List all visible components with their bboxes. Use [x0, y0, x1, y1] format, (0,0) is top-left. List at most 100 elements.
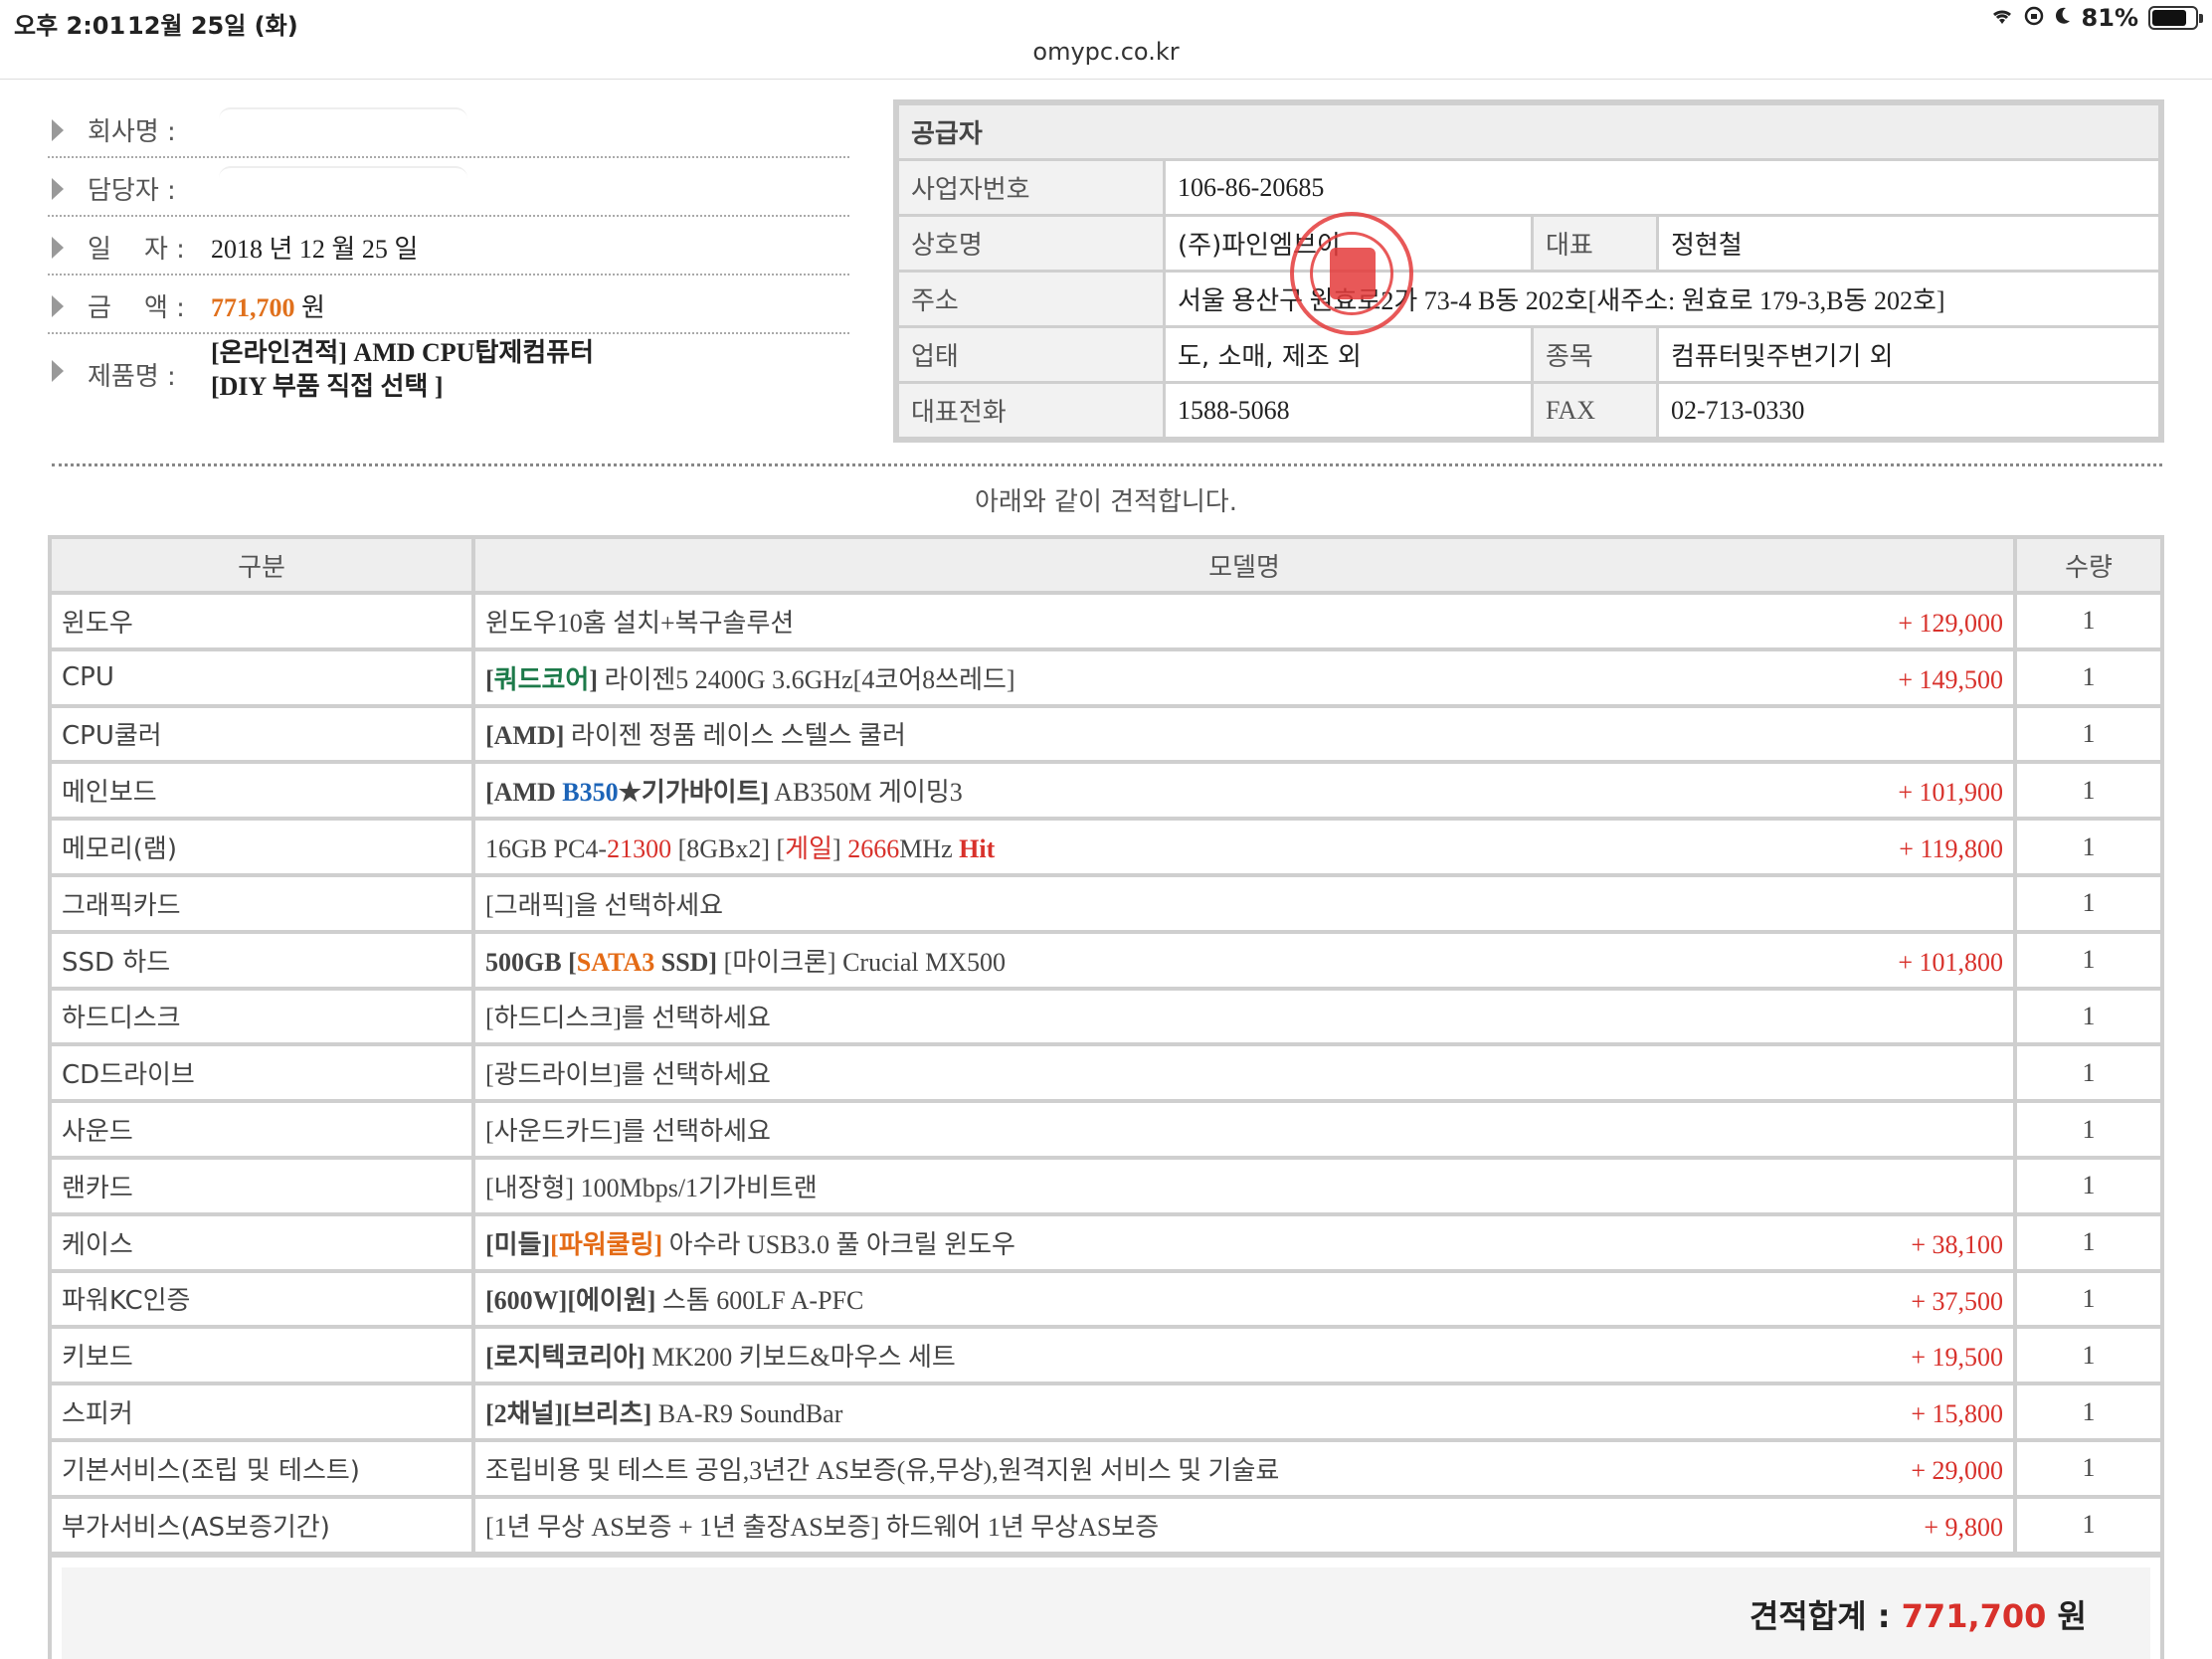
row-model: 조립비용 및 테스트 공임,3년간 AS보증(유,무상),원격지원 서비스 및 … [471, 1437, 2017, 1499]
items-body: 윈도우 윈도우10홈 설치+복구솔루션 + 129,000 1 CPU [쿼드코어] 라이… [48, 591, 2164, 1556]
model-text: ★기가바이트] [618, 778, 770, 808]
supplier-table: 공급자 사업자번호 106-86-20685 상호명 (주)파인엠브이 대표 정… [896, 102, 2161, 440]
row-category: CPU쿨러 [48, 703, 475, 765]
row-qty: 1 [2013, 1325, 2164, 1386]
model-text: Hit [959, 834, 996, 864]
model-text: 라이젠5 2400G 3.6GHz[4코어8쓰레드] [598, 664, 1015, 694]
row-qty: 1 [2013, 929, 2164, 991]
amount-unit: 원 [301, 293, 325, 322]
rep-value: 정현철 [1656, 214, 2161, 273]
table-row: 부가서비스(AS보증기간) [1년 무상 AS보증 + 1년 출장AS보증] 하드… [48, 1494, 2164, 1556]
product-name: [온라인견적] AMD CPU탑제컴퓨터 [DIY 부품 직접 선택 ] [211, 336, 594, 404]
table-row: 기본서비스(조립 및 테스트) 조립비용 및 테스트 공임,3년간 AS보증(유,… [48, 1437, 2164, 1499]
url-text: omypc.co.kr [1032, 38, 1180, 66]
reg-label: 사업자번호 [896, 158, 1166, 217]
model-text: [미들] [485, 1229, 551, 1259]
company-value-redacted [219, 107, 467, 133]
model-text: 16GB PC4- [485, 834, 608, 864]
model-text: 윈도우10홈 설치+복구솔루션 [485, 608, 795, 638]
row-qty: 1 [2013, 817, 2164, 877]
wifi-icon [1990, 4, 2014, 32]
row-qty: 1 [2013, 1155, 2164, 1216]
model-text: [2채널][브리츠] [485, 1399, 652, 1429]
model-text: [광드라이브]를 선택하세요 [485, 1060, 771, 1090]
row-category: 부가서비스(AS보증기간) [48, 1494, 475, 1556]
table-row: 그래픽카드 [그래픽]을 선택하세요 1 [48, 872, 2164, 934]
row-category: 랜카드 [48, 1155, 475, 1216]
row-model: [하드디스크]를 선택하세요 [471, 986, 2017, 1047]
row-model: [광드라이브]를 선택하세요 [471, 1042, 2017, 1104]
model-text: [내장형] 100Mbps/1기가비트랜 [485, 1173, 818, 1202]
amount-value: 771,700 [211, 293, 295, 322]
row-category: CD드라이브 [48, 1042, 475, 1104]
total-box: 견적합계 : 771,700 원 [48, 1554, 2164, 1659]
model-text: [AMD] [485, 721, 565, 751]
row-category: 파워KC인증 [48, 1268, 475, 1330]
model-text: SATA3 [576, 947, 655, 977]
row-category: CPU [48, 646, 475, 708]
model-text: MHz [899, 834, 960, 864]
model-text: B350 [562, 778, 619, 808]
biz-label: 업태 [896, 325, 1166, 384]
row-category: 메인보드 [48, 760, 475, 822]
table-row: 키보드 [로지텍코리아] MK200 키보드&마우스 세트 + 19,500 1 [48, 1325, 2164, 1386]
model-text: [600W][에이원] [485, 1286, 656, 1316]
table-row: 파워KC인증 [600W][에이원] 스톰 600LF A-PFC + 37,500… [48, 1268, 2164, 1330]
model-text: [하드디스크]를 선택하세요 [485, 1004, 771, 1033]
status-bar: 오후 2:01 12월 25일 (화) 81% [0, 0, 2212, 40]
row-qty: 1 [2013, 1099, 2164, 1160]
date-value: 2018 년 12 월 25 일 [211, 235, 419, 264]
row-price: + 9,800 [1924, 1512, 2003, 1542]
row-model: 500GB [SATA3 SSD] [마이크론] Crucial MX500 + … [471, 929, 2017, 991]
row-price: + 29,000 [1911, 1455, 2003, 1485]
model-text: MK200 키보드&마우스 세트 [645, 1343, 956, 1373]
row-category: 스피커 [48, 1382, 475, 1442]
amount-row: 금 액 : 771,700 원 [48, 276, 849, 334]
amount-label: 금 액 : [88, 293, 185, 323]
status-date: 12월 25일 (화) [127, 12, 298, 40]
total-panel: 견적합계 : 771,700 원 [62, 1567, 2150, 1659]
customer-info: 회사명 : 담당자 : 일 자 : 2018 년 12 월 25 일 금 액 :… [48, 99, 849, 412]
row-price: + 37,500 [1911, 1286, 2003, 1316]
battery-icon [2148, 6, 2203, 30]
row-model: [로지텍코리아] MK200 키보드&마우스 세트 + 19,500 [471, 1325, 2017, 1386]
product-row: 제품명 : [온라인견적] AMD CPU탑제컴퓨터 [DIY 부품 직접 선택… [48, 334, 849, 412]
moon-icon [2054, 4, 2072, 32]
row-qty: 1 [2013, 1211, 2164, 1273]
model-text: [그래픽]을 선택하세요 [485, 890, 724, 920]
model-text: 라이젠 정품 레이스 스텔스 쿨러 [564, 721, 906, 751]
row-model: [사운드카드]를 선택하세요 [471, 1099, 2017, 1160]
row-model: [1년 무상 AS보증 + 1년 출장AS보증] 하드웨어 1년 무상AS보증 +… [471, 1494, 2017, 1556]
amount-value-wrap: 771,700 원 [211, 287, 325, 324]
battery-percent: 81% [2081, 4, 2138, 32]
row-qty: 1 [2013, 1494, 2164, 1556]
row-price: + 101,900 [1898, 778, 2003, 808]
row-qty: 1 [2013, 760, 2164, 822]
row-category: 케이스 [48, 1211, 475, 1273]
model-text: 아수라 USB3.0 풀 아크릴 윈도우 [662, 1229, 1015, 1259]
address-bar[interactable]: omypc.co.kr [0, 38, 2212, 80]
reg-value: 106-86-20685 [1163, 158, 2161, 217]
row-category: 기본서비스(조립 및 테스트) [48, 1437, 475, 1499]
row-qty: 1 [2013, 986, 2164, 1047]
model-text: 쿼드코어 [493, 664, 590, 694]
supplier-box: 공급자 사업자번호 106-86-20685 상호명 (주)파인엠브이 대표 정… [893, 99, 2164, 443]
tel-label: 대표전화 [896, 381, 1166, 440]
item-value: 컴퓨터및주변기기 외 [1656, 325, 2161, 384]
model-text: 21300 [607, 834, 672, 864]
orientation-lock-icon [2024, 4, 2044, 32]
model-text: ] [832, 834, 848, 864]
arrow-icon [52, 360, 64, 382]
row-price: + 129,000 [1898, 609, 2003, 638]
row-model: [AMD B350★기가바이트] AB350M 게이밍3 + 101,900 [471, 760, 2017, 822]
model-text: 2666 [847, 834, 900, 864]
model-text: 500GB [ [485, 947, 577, 977]
product-name-line1: [온라인견적] AMD CPU탑제컴퓨터 [211, 338, 595, 367]
contact-row: 담당자 : [48, 158, 849, 217]
supplier-header: 공급자 [896, 102, 2161, 161]
total-text: 견적합계 : 771,700 원 [1750, 1591, 2087, 1637]
table-row: 하드디스크 [하드디스크]를 선택하세요 1 [48, 986, 2164, 1047]
row-price: + 149,500 [1898, 664, 2003, 694]
row-category: 메모리(램) [48, 817, 475, 877]
arrow-icon [52, 295, 64, 317]
